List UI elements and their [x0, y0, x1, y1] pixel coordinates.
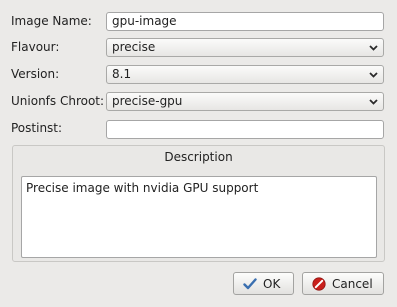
version-label: Version:: [11, 67, 60, 81]
cancel-button[interactable]: Cancel: [302, 272, 384, 295]
chevron-down-icon: [369, 72, 378, 78]
description-title: Description: [164, 150, 233, 164]
description-frame: Description Precise image with nvidia GP…: [12, 145, 385, 262]
flavour-value: precise: [112, 40, 156, 54]
unionfs-chroot-combo[interactable]: precise-gpu: [106, 92, 384, 111]
ok-button[interactable]: OK: [233, 272, 294, 295]
version-combo[interactable]: 8.1: [106, 65, 384, 84]
postinst-input[interactable]: [106, 120, 384, 139]
flavour-label: Flavour:: [11, 40, 60, 54]
cancel-label: Cancel: [332, 276, 373, 291]
description-textarea[interactable]: Precise image with nvidia GPU support: [21, 176, 377, 258]
cancel-icon: [312, 276, 326, 291]
postinst-label: Postinst:: [11, 121, 63, 135]
chevron-down-icon: [369, 45, 378, 51]
flavour-combo[interactable]: precise: [106, 38, 384, 57]
unionfs-chroot-value: precise-gpu: [112, 94, 183, 108]
unionfs-chroot-label: Unionfs Chroot:: [11, 94, 105, 108]
image-name-label: Image Name:: [11, 14, 92, 28]
checkmark-icon: [243, 277, 257, 289]
ok-label: OK: [263, 276, 281, 291]
image-name-input[interactable]: gpu-image: [106, 12, 384, 31]
version-value: 8.1: [112, 67, 132, 81]
chevron-down-icon: [369, 99, 378, 105]
